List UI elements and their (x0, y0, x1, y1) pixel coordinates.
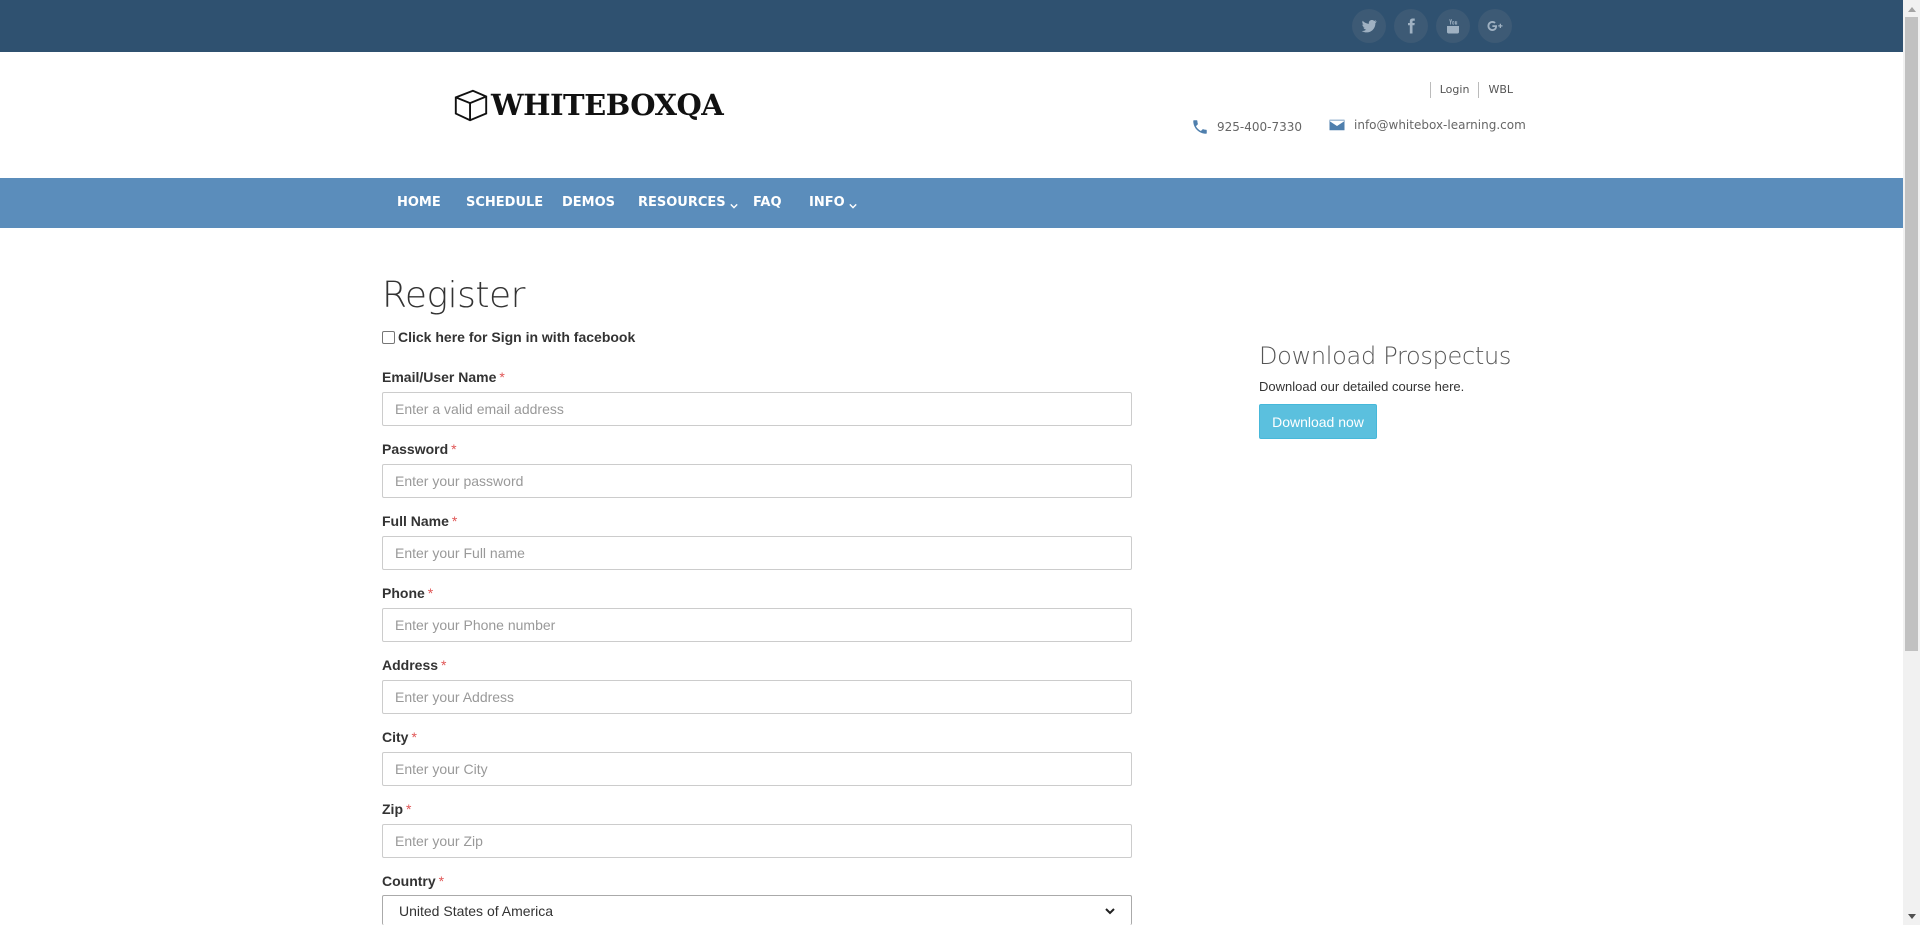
prospectus-panel: Download Prospectus Download our detaile… (1259, 342, 1511, 439)
chevron-down-icon (1105, 907, 1115, 914)
site-header: WHITEBOXQA Login WBL 925-400-7330 info@w… (0, 52, 1903, 178)
youtube-icon[interactable] (1436, 9, 1470, 43)
prospectus-text: Download our detailed course here. (1259, 379, 1465, 394)
country-label: Country * (382, 873, 445, 889)
email-address[interactable]: info@whitebox-learning.com (1354, 118, 1526, 132)
logo-text: WHITEBOXQA (491, 88, 724, 122)
phone-number: 925-400-7330 (1217, 120, 1303, 134)
google-plus-icon[interactable] (1478, 9, 1512, 43)
scroll-down-arrow-icon[interactable] (1903, 908, 1920, 925)
prospectus-title: Download Prospectus (1259, 342, 1512, 370)
twitter-icon[interactable] (1352, 9, 1386, 43)
page-title: Register (382, 275, 525, 316)
required-marker: * (427, 585, 434, 601)
required-marker: * (438, 873, 445, 889)
zip-field[interactable]: Enter your Zip (382, 824, 1132, 858)
phone-field[interactable]: Enter your Phone number (382, 608, 1132, 642)
chevron-down-icon (729, 199, 738, 209)
nav-info[interactable]: INFO (809, 195, 857, 210)
nav-demos[interactable]: DEMOS (562, 195, 615, 210)
top-links: Login WBL (1429, 82, 1522, 98)
country-select[interactable]: United States of America (382, 895, 1132, 925)
scroll-up-arrow-icon[interactable] (1903, 0, 1920, 17)
facebook-signin-row[interactable]: Click here for Sign in with facebook (382, 329, 635, 345)
page-scrollbar[interactable] (1903, 0, 1920, 925)
email-field[interactable]: Enter a valid email address (382, 392, 1132, 426)
password-label: Password * (382, 441, 457, 457)
city-field[interactable]: Enter your City (382, 752, 1132, 786)
nav-schedule[interactable]: SCHEDULE (466, 195, 543, 210)
nav-faq[interactable]: FAQ (753, 195, 782, 210)
facebook-checkbox[interactable] (382, 330, 395, 344)
phone-contact: 925-400-7330 (1191, 118, 1302, 136)
top-bar (0, 0, 1903, 52)
country-value: United States of America (399, 902, 554, 919)
city-label: City * (382, 729, 417, 745)
nav-info-label: INFO (809, 195, 845, 210)
nav-resources[interactable]: RESOURCES (638, 195, 738, 210)
email-label: Email/User Name * (382, 369, 505, 385)
required-marker: * (499, 369, 505, 385)
address-label: Address * (382, 657, 447, 673)
address-field[interactable]: Enter your Address (382, 680, 1132, 714)
nav-resources-label: RESOURCES (638, 195, 726, 210)
facebook-checkbox-label: Click here for Sign in with facebook (398, 329, 636, 345)
required-marker: * (411, 729, 417, 745)
zip-label: Zip * (382, 801, 412, 817)
download-now-button[interactable]: Download now (1259, 404, 1377, 439)
fullname-label: Full Name * (382, 513, 458, 529)
site-logo[interactable]: WHITEBOXQA (452, 86, 724, 124)
required-marker: * (441, 657, 447, 673)
login-link[interactable]: Login (1429, 82, 1479, 98)
email-contact: info@whitebox-learning.com (1328, 116, 1526, 134)
chevron-down-icon (848, 199, 857, 209)
nav-home[interactable]: HOME (397, 195, 441, 210)
envelope-icon (1329, 119, 1345, 131)
phone-icon (1193, 120, 1207, 134)
main-nav: HOME SCHEDULE DEMOS RESOURCES FAQ INFO (0, 178, 1903, 228)
scrollbar-thumb[interactable] (1905, 17, 1918, 651)
facebook-icon[interactable] (1394, 9, 1428, 43)
phone-label: Phone * (382, 585, 434, 601)
cube-logo-icon (454, 89, 488, 122)
fullname-field[interactable]: Enter your Full name (382, 536, 1132, 570)
wbl-link[interactable]: WBL (1478, 82, 1522, 98)
required-marker: * (451, 513, 458, 529)
password-field[interactable]: Enter your password (382, 464, 1132, 498)
required-marker: * (406, 801, 412, 817)
required-marker: * (451, 441, 457, 457)
